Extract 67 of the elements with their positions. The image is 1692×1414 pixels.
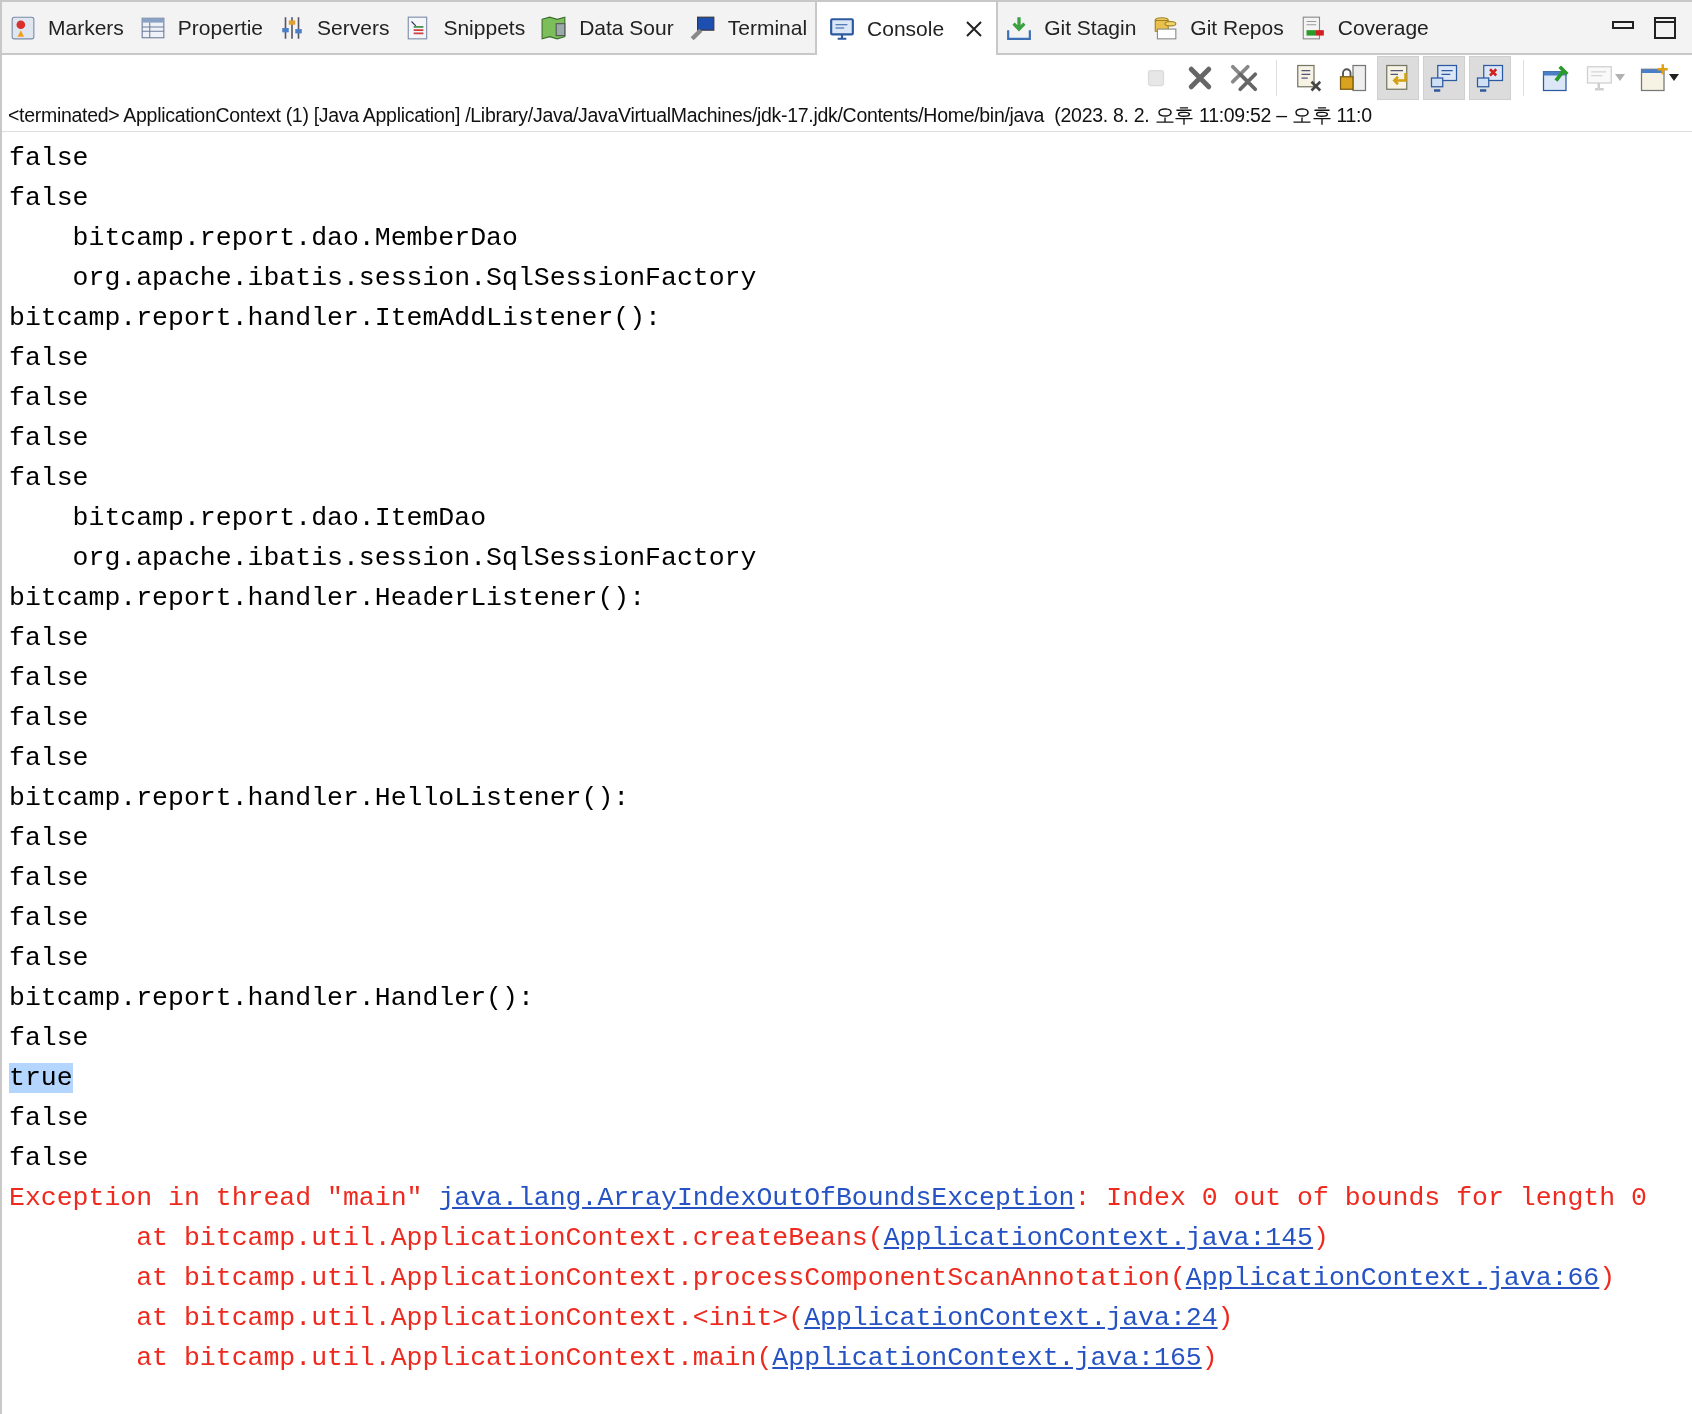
double-x-icon — [1229, 62, 1259, 93]
error-text: : Index 0 out of bounds for length 0 — [1074, 1183, 1647, 1213]
error-text: at bitcamp.util.ApplicationContext.main( — [135, 1343, 773, 1373]
console-line: false — [9, 743, 89, 773]
error-text: at bitcamp.util.ApplicationContext.createBeans( — [135, 1223, 884, 1253]
error-text: at bitcamp.util.ApplicationContext.<init>( — [135, 1303, 805, 1333]
console-line: bitcamp.report.handler.HeaderListener(): — [9, 583, 646, 613]
view-tab[interactable]: Markers — [2, 2, 132, 53]
stack-trace-link[interactable]: java.lang.ArrayIndexOutOfBoundsException — [438, 1183, 1075, 1213]
console-line: org.apache.ibatis.session.SqlSessionFactory — [71, 543, 757, 573]
toolbar-button[interactable] — [1423, 55, 1465, 100]
error-text: at bitcamp.util.ApplicationContext.processComponentScanAnnotation( — [135, 1263, 1186, 1293]
console-line: false — [9, 823, 89, 853]
process-label: <terminated> ApplicationContext (1) [Java Application] /Library/Java/JavaVirtualMachines/jdk-17.jdk/Contents/Home/bin/java (2023. 8. 2. 오후 11:09:52 – 오후 11:0 — [8, 102, 1372, 128]
console-line: false — [9, 143, 89, 173]
view-tab[interactable]: Servers — [271, 2, 398, 53]
console-line: bitcamp.report.handler.ItemAddListener(): — [9, 303, 661, 333]
console-line: false — [9, 703, 89, 733]
error-text: Exception in thread "main" — [9, 1183, 424, 1213]
view-tab[interactable]: Snippets — [397, 2, 534, 53]
document-x-icon — [1294, 62, 1324, 93]
console-line: false — [9, 1143, 89, 1173]
map-icon — [541, 14, 568, 41]
error-text: ) — [1217, 1303, 1234, 1333]
view-tab[interactable]: Data Sour — [533, 2, 682, 53]
view-tab[interactable]: Coverage — [1291, 2, 1437, 53]
view-tab[interactable]: Git Repos — [1144, 2, 1292, 53]
view-tab[interactable]: Console — [815, 2, 999, 55]
console-line: false — [9, 903, 89, 933]
console-line: false — [9, 343, 89, 373]
window-plus-icon — [1639, 62, 1669, 93]
toolbar-button[interactable] — [1469, 55, 1511, 100]
console-line: false — [9, 623, 89, 653]
console-line: false — [9, 943, 89, 973]
console-line: false — [9, 463, 89, 493]
console-line: org.apache.ibatis.session.SqlSessionFactory — [71, 263, 757, 293]
error-text: ) — [1201, 1343, 1218, 1373]
download-tray-icon — [1006, 14, 1033, 41]
stack-trace-link[interactable]: ApplicationContext.java:145 — [883, 1223, 1314, 1253]
view-tab[interactable]: Propertie — [131, 2, 272, 53]
console-line: false — [9, 183, 89, 213]
toolbar-button[interactable] — [1377, 55, 1419, 100]
cylinders-icon — [1152, 14, 1179, 41]
console-line: bitcamp.report.handler.HelloListener(): — [9, 783, 630, 813]
console-line: false — [9, 1103, 89, 1133]
error-text: ) — [1313, 1223, 1329, 1253]
error-text: ) — [1599, 1263, 1616, 1293]
console-line: bitcamp.report.dao.MemberDao — [71, 223, 518, 253]
stack-trace-link[interactable]: ApplicationContext.java:165 — [772, 1343, 1202, 1373]
console-line: false — [9, 863, 89, 893]
close-icon[interactable] — [964, 18, 985, 39]
maximize-icon[interactable] — [1654, 16, 1676, 39]
console-line: bitcamp.report.handler.Handler(): — [9, 983, 534, 1013]
console-line: false — [9, 663, 89, 693]
caret-icon — [1615, 73, 1625, 82]
console-line: bitcamp.report.dao.ItemDao — [71, 503, 487, 533]
console-line: false — [9, 423, 89, 453]
view-tab[interactable]: Git Stagin — [998, 2, 1145, 53]
monitor-error-icon — [1475, 62, 1505, 93]
console-line: false — [9, 1023, 89, 1053]
caret-icon — [1669, 73, 1679, 82]
marker-icon — [10, 14, 36, 41]
view-tab[interactable]: Terminal — [681, 2, 816, 53]
console-line: false — [9, 383, 89, 413]
stack-trace-link[interactable]: ApplicationContext.java:24 — [804, 1303, 1218, 1333]
stack-trace-link[interactable]: ApplicationContext.java:66 — [1185, 1263, 1600, 1293]
padlock-icon — [1338, 62, 1368, 93]
